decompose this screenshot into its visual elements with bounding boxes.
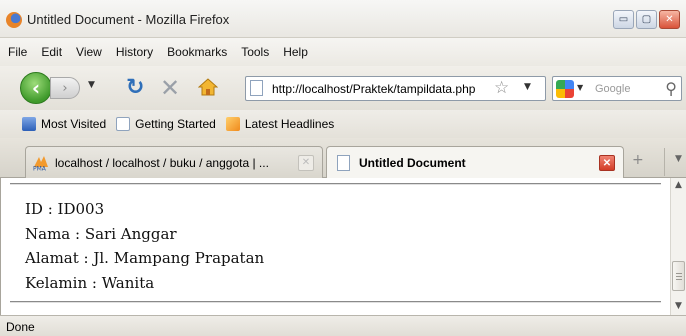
close-button[interactable]: ✕ bbox=[659, 10, 680, 29]
record-kelamin: Kelamin : Wanita bbox=[25, 274, 155, 292]
window-controls: ▭ ▢ ✕ bbox=[613, 10, 680, 29]
bookmark-label: Getting Started bbox=[135, 117, 216, 131]
menu-edit[interactable]: Edit bbox=[41, 45, 62, 59]
tab-label: Untitled Document bbox=[359, 156, 466, 170]
tab-close-icon[interactable]: ✕ bbox=[599, 155, 615, 171]
maximize-button[interactable]: ▢ bbox=[636, 10, 657, 29]
reload-icon[interactable]: ↻ bbox=[126, 75, 144, 100]
new-tab-icon[interactable]: + bbox=[632, 152, 644, 168]
vertical-scrollbar[interactable]: ▲ ▼ bbox=[670, 178, 686, 315]
record-nama: Nama : Sari Anggar bbox=[25, 225, 177, 243]
search-icon[interactable]: ⚲ bbox=[665, 79, 677, 98]
bookmark-getting-started[interactable]: Getting Started bbox=[116, 117, 216, 131]
tab-bar: PMA localhost / localhost / buku / anggo… bbox=[0, 138, 686, 179]
bookmark-label: Most Visited bbox=[41, 117, 107, 131]
url-input[interactable]: http://localhost/Praktek/tampildata.php bbox=[272, 82, 488, 96]
tab-phpmyadmin[interactable]: PMA localhost / localhost / buku / anggo… bbox=[25, 146, 323, 178]
menu-help[interactable]: Help bbox=[283, 45, 308, 59]
tab-list-dropdown-icon[interactable]: ▼ bbox=[675, 154, 682, 164]
bookmark-most-visited[interactable]: Most Visited bbox=[22, 117, 106, 131]
bookmark-star-icon[interactable]: ☆ bbox=[494, 78, 509, 98]
search-input[interactable]: Google bbox=[595, 83, 630, 95]
scroll-up-icon[interactable]: ▲ bbox=[675, 180, 682, 190]
page-content: ID : ID003 Nama : Sari Anggar Alamat : J… bbox=[0, 178, 670, 315]
back-button[interactable]: ‹ bbox=[20, 72, 52, 104]
menu-bookmarks[interactable]: Bookmarks bbox=[167, 45, 227, 59]
address-bar[interactable]: http://localhost/Praktek/tampildata.php … bbox=[245, 76, 546, 101]
forward-button[interactable]: › bbox=[50, 77, 80, 99]
record-alamat: Alamat : Jl. Mampang Prapatan bbox=[25, 249, 265, 267]
tab-untitled-document[interactable]: Untitled Document ✕ bbox=[326, 146, 624, 179]
home-icon[interactable] bbox=[198, 77, 218, 97]
phpmyadmin-icon: PMA bbox=[33, 155, 48, 171]
tab-label: localhost / localhost / buku / anggota |… bbox=[55, 155, 269, 170]
scroll-down-icon[interactable]: ▼ bbox=[675, 301, 682, 311]
most-visited-icon bbox=[22, 117, 36, 131]
menu-tools[interactable]: Tools bbox=[241, 45, 269, 59]
status-bar: Done bbox=[0, 315, 686, 336]
scrollbar-thumb[interactable] bbox=[672, 261, 685, 291]
rss-feed-icon bbox=[225, 117, 240, 131]
horizontal-rule bbox=[10, 301, 661, 303]
firefox-icon bbox=[6, 12, 22, 28]
page-icon bbox=[337, 155, 350, 171]
page-icon bbox=[116, 117, 131, 131]
search-engine-dropdown-icon[interactable]: ▼ bbox=[577, 83, 583, 92]
history-dropdown-icon[interactable]: ▼ bbox=[88, 80, 95, 90]
minimize-button[interactable]: ▭ bbox=[613, 10, 634, 29]
horizontal-rule bbox=[10, 183, 661, 185]
status-text: Done bbox=[6, 320, 35, 334]
window-title: Untitled Document - Mozilla Firefox bbox=[27, 12, 230, 27]
title-bar: Untitled Document - Mozilla Firefox ▭ ▢ … bbox=[0, 0, 686, 38]
page-icon bbox=[250, 80, 263, 96]
menu-file[interactable]: File bbox=[8, 45, 27, 59]
tab-close-icon[interactable]: ✕ bbox=[298, 154, 314, 171]
bookmark-label: Latest Headlines bbox=[244, 117, 335, 131]
tab-separator bbox=[664, 148, 665, 176]
bookmarks-toolbar: Most Visited Getting Started Latest Head… bbox=[0, 110, 686, 138]
menu-history[interactable]: History bbox=[116, 45, 153, 59]
svg-text:PMA: PMA bbox=[33, 165, 47, 171]
navigation-toolbar: ‹ › ▼ ↻ ✕ http://localhost/Praktek/tampi… bbox=[0, 66, 686, 110]
search-bar[interactable]: ▼ Google ⚲ bbox=[552, 76, 682, 101]
stop-icon[interactable]: ✕ bbox=[160, 74, 180, 102]
url-dropdown-icon[interactable]: ▼ bbox=[524, 82, 531, 92]
record-id: ID : ID003 bbox=[25, 200, 105, 218]
menu-view[interactable]: View bbox=[76, 45, 102, 59]
bookmark-latest-headlines[interactable]: Latest Headlines bbox=[225, 117, 335, 131]
menu-bar: File Edit View History Bookmarks Tools H… bbox=[0, 38, 686, 66]
google-icon[interactable] bbox=[556, 80, 574, 98]
